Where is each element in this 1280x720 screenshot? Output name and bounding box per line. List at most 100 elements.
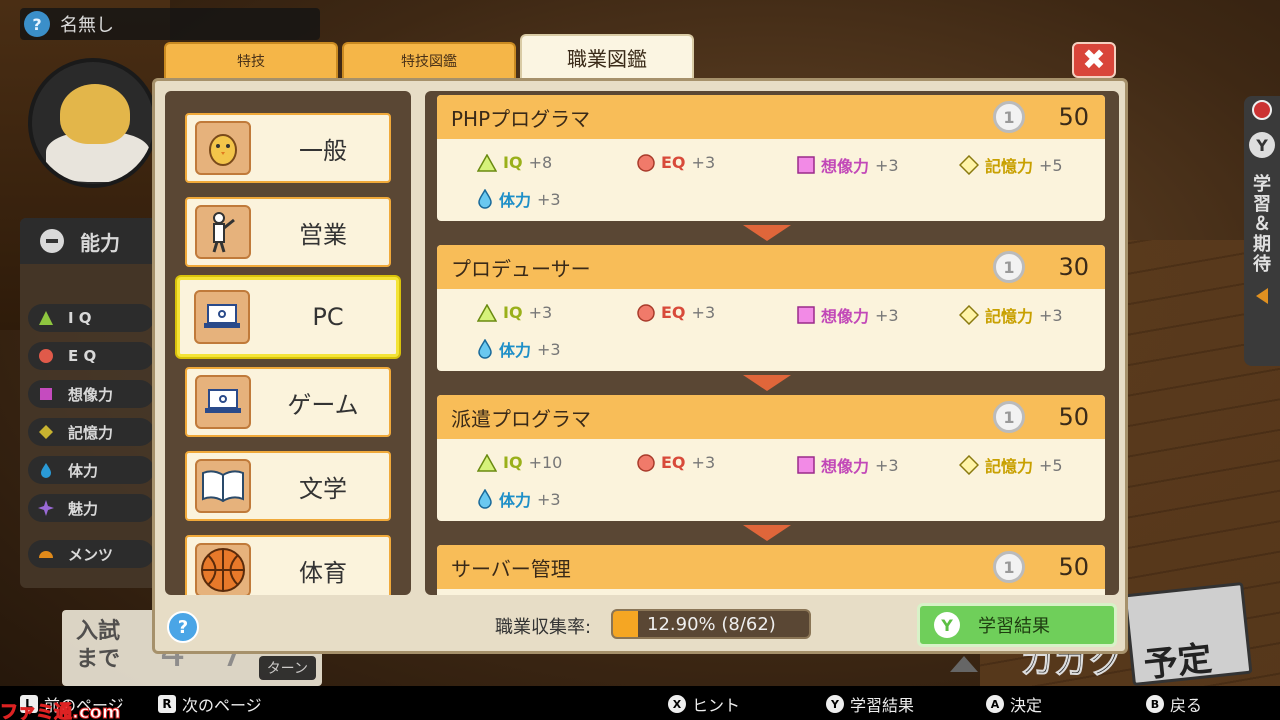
side-tab-label: 学習＆期待 [1250, 174, 1271, 274]
countdown-label: 入試 まで [76, 618, 120, 674]
arrow-down-icon [743, 375, 791, 391]
attr-imagination: 想像力 +3 [797, 453, 899, 477]
attr-imagination: 想像力 +3 [797, 303, 899, 327]
job-name: プロデューサー [451, 256, 591, 281]
attr-value: +5 [1039, 455, 1063, 475]
circle-icon [39, 349, 53, 363]
diamond-icon [39, 425, 53, 439]
side-tab[interactable]: Y 学習＆期待 [1244, 96, 1280, 366]
category-general[interactable]: 一般 [185, 113, 391, 183]
attr-label: 体力 [499, 341, 532, 360]
category-label: 営業 [299, 220, 347, 249]
category-pc[interactable]: PC [177, 277, 399, 357]
salesman-icon [195, 205, 251, 259]
attr-value: +3 [691, 303, 716, 322]
tab-job-catalog[interactable]: 職業図鑑 [520, 34, 694, 78]
watermark-logo: ファミ通.com [0, 702, 121, 720]
star-icon [38, 500, 54, 516]
category-game[interactable]: ゲーム [185, 367, 391, 437]
job-header: PHPプログラマ 1 50 [437, 95, 1105, 139]
y-button-icon: Y [934, 612, 960, 638]
learning-result-hint[interactable]: Y 学習結果 [826, 692, 914, 716]
next-page-hint[interactable]: R 次のページ [158, 692, 262, 716]
drop-icon [478, 339, 492, 359]
attr-memory: 記憶力 +5 [959, 153, 1063, 177]
learning-result-label: 学習結果 [978, 616, 1050, 637]
attr-eq: EQ +3 [637, 303, 715, 322]
triangle-icon [477, 303, 497, 322]
job-card[interactable]: プロデューサー 1 30 IQ +3 EQ +3 想像力 +3 記憶力 +3 体力 +3 [437, 245, 1105, 371]
job-header: サーバー管理 1 50 [437, 545, 1105, 589]
category-sales[interactable]: 営業 [185, 197, 391, 267]
diamond-icon [959, 455, 979, 475]
attr-label: 記憶力 [985, 157, 1034, 176]
turn-label: ターン [258, 656, 316, 680]
attr-label: 想像力 [821, 307, 870, 326]
chick-icon [195, 121, 251, 175]
stat-memory: 記憶力 [28, 418, 154, 446]
help-button[interactable]: ? [167, 611, 199, 643]
job-card[interactable]: PHPプログラマ 1 50 IQ +8 EQ +3 想像力 +3 記憶力 +5 体力 +3 [437, 95, 1105, 221]
half-circle-icon [39, 551, 53, 558]
coin-icon: 1 [993, 251, 1025, 283]
attr-eq: EQ +3 [637, 153, 715, 172]
stat-label: 魅力 [68, 499, 99, 518]
square-icon [797, 156, 815, 174]
player-name: 名無し [60, 15, 114, 36]
attr-value: +3 [875, 155, 899, 175]
job-catalog-window: 一般 営業 PC ゲーム 文学 体育 PHPプログラマ 1 50 IQ +8 E… [152, 78, 1128, 654]
chick-character [60, 84, 130, 144]
close-icon: ✖ [1082, 43, 1106, 76]
r-button-icon: R [158, 695, 176, 713]
stat-label: E Q [68, 347, 97, 365]
background-triangle-icon [950, 656, 978, 672]
attr-value: +5 [1039, 155, 1063, 175]
category-label: 一般 [299, 136, 347, 165]
attr-label: 記憶力 [985, 457, 1034, 476]
attr-value: +3 [528, 303, 553, 322]
collapse-icon[interactable] [40, 229, 64, 253]
attr-label: IQ [503, 153, 523, 172]
laptop-icon [194, 290, 250, 344]
category-label: 文学 [299, 474, 347, 503]
notepad-text: 予定 [1141, 638, 1214, 686]
attr-label: EQ [661, 153, 686, 172]
arrow-down-icon [743, 525, 791, 541]
attr-value: +3 [537, 489, 561, 509]
tab-skill-catalog[interactable]: 特技図鑑 [342, 42, 516, 78]
arrow-left-icon [1256, 288, 1268, 304]
back-label: 戻る [1170, 696, 1203, 715]
book-icon [195, 459, 251, 513]
countdown-label-line2: まで [76, 647, 121, 672]
attr-label: 記憶力 [985, 307, 1034, 326]
attr-memory: 記憶力 +3 [959, 303, 1063, 327]
learning-result-button[interactable]: Y 学習結果 [917, 603, 1117, 647]
attr-value: +3 [537, 339, 561, 359]
control-hints-bar: L 前のページ R 次のページ X ヒント Y 学習結果 A 決定 B 戻る [0, 686, 1280, 720]
diamond-icon [959, 305, 979, 325]
hint-hint[interactable]: X ヒント [668, 692, 740, 716]
circle-icon [637, 453, 655, 472]
attr-label: EQ [661, 453, 686, 472]
help-icon[interactable]: ? [24, 11, 50, 37]
attr-value: +10 [528, 453, 563, 472]
close-button[interactable]: ✖ [1072, 42, 1116, 78]
attr-label: 体力 [499, 191, 532, 210]
tab-skills[interactable]: 特技 [164, 42, 338, 78]
category-literature[interactable]: 文学 [185, 451, 391, 521]
job-card[interactable]: 派遣プログラマ 1 50 IQ +10 EQ +3 想像力 +3 記憶力 +5 体力 +3 [437, 395, 1105, 521]
job-name: PHPプログラマ [451, 106, 591, 131]
category-list[interactable]: 一般 営業 PC ゲーム 文学 体育 [165, 91, 411, 595]
attr-stamina: 体力 +3 [477, 337, 561, 361]
job-name: サーバー管理 [451, 556, 571, 581]
job-list[interactable]: PHPプログラマ 1 50 IQ +8 EQ +3 想像力 +3 記憶力 +5 体力 +3… [425, 91, 1119, 595]
stat-label: I Q [68, 309, 92, 327]
confirm-hint[interactable]: A 決定 [986, 692, 1042, 716]
stat-stamina: 体力 [28, 456, 154, 484]
circle-icon [637, 303, 655, 322]
category-label: 体育 [299, 558, 347, 587]
back-hint[interactable]: B 戻る [1146, 692, 1202, 716]
job-card[interactable]: サーバー管理 1 50 [437, 545, 1105, 595]
category-pe[interactable]: 体育 [185, 535, 391, 595]
attr-value: +3 [691, 453, 716, 472]
